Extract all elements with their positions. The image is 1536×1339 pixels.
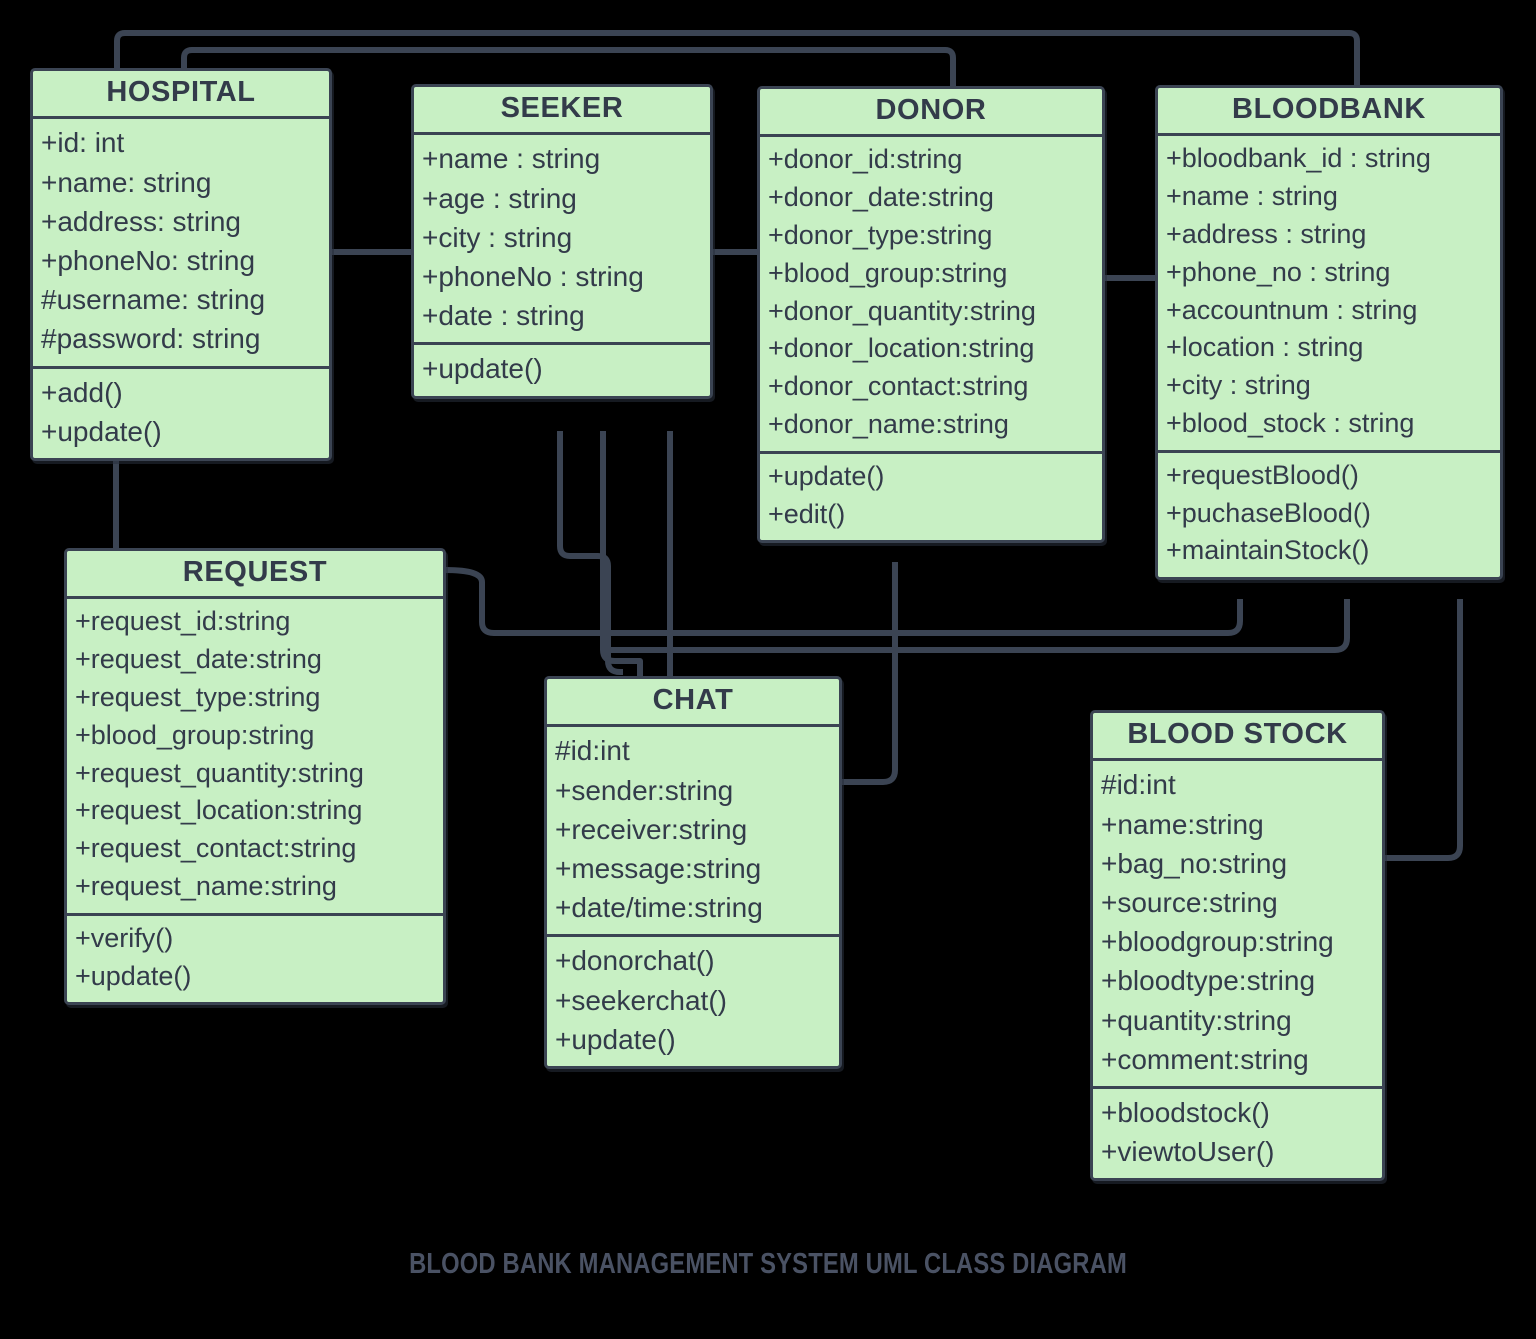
attribute-row: +phoneNo: string	[41, 245, 256, 276]
class-box-chat[interactable]: CHAT #id:int +sender:string +receiver:st…	[544, 676, 842, 1069]
attribute-row: +name: string	[41, 166, 212, 198]
method-row: +update()	[555, 1023, 676, 1055]
attribute-row: +address : string	[1166, 219, 1367, 250]
method-row: +update()	[422, 353, 543, 385]
attribute-row: +source:string	[1101, 887, 1278, 918]
attribute-row: +phone_no : string	[1166, 256, 1391, 287]
class-title-chat: CHAT	[547, 679, 839, 728]
method-row: +bloodstock()	[1101, 1096, 1270, 1128]
attribute-row: +donor_type:string	[768, 220, 993, 251]
methods-blood-stock: +bloodstock() +viewtoUser()	[1093, 1085, 1382, 1178]
attribute-row: +date : string	[422, 300, 585, 332]
attribute-row: +request_date:string	[75, 644, 322, 675]
attribute-row: +request_quantity:string	[75, 757, 364, 788]
attribute-row: +donor_location:string	[768, 333, 1035, 364]
attribute-row: +bloodbank_id : string	[1166, 143, 1431, 174]
class-title-hospital: HOSPITAL	[33, 71, 329, 120]
methods-hospital: +add() +update()	[33, 365, 329, 458]
attribute-row: +request_name:string	[75, 871, 337, 902]
attribute-row: +bag_no:string	[1101, 847, 1288, 879]
method-row: +puchaseBlood()	[1166, 497, 1371, 528]
class-box-donor[interactable]: DONOR +donor_id:string +donor_date:strin…	[757, 86, 1105, 544]
method-row: +add()	[41, 376, 123, 408]
attributes-seeker: +name : string +age : string +city : str…	[414, 135, 710, 342]
attribute-row: +comment:string	[1101, 1043, 1309, 1075]
attribute-row: +message:string	[555, 853, 762, 884]
attributes-blood-stock: #id:int +name:string +bag_no:string +sou…	[1093, 761, 1382, 1086]
methods-request: +verify() +update()	[67, 912, 443, 1003]
attribute-row: +name : string	[1166, 181, 1338, 212]
method-row: +viewtoUser()	[1101, 1136, 1275, 1168]
attribute-row: +request_contact:string	[75, 833, 357, 864]
association-seeker-chat-a	[557, 431, 624, 676]
method-row: +seekerchat()	[555, 984, 727, 1016]
attribute-row: +quantity:string	[1101, 1004, 1292, 1036]
method-row: +edit()	[768, 498, 846, 529]
attribute-row: +phoneNo : string	[422, 261, 644, 292]
uml-class-diagram-canvas: HOSPITAL +id: int +name: string +address…	[0, 0, 1536, 1339]
association-chat-bloodbank	[605, 599, 1350, 653]
methods-chat: +donorchat() +seekerchat() +update()	[547, 934, 839, 1066]
methods-donor: +update() +edit()	[760, 450, 1102, 541]
class-box-blood-stock[interactable]: BLOOD STOCK #id:int +name:string +bag_no…	[1090, 710, 1385, 1182]
method-row: +requestBlood()	[1166, 459, 1359, 490]
attribute-row: +name:string	[1101, 808, 1264, 840]
attribute-row: +donor_name:string	[768, 409, 1009, 440]
attribute-row: +accountnum : string	[1166, 294, 1418, 325]
method-row: +donorchat()	[555, 945, 715, 977]
association-seeker-chat-b	[600, 431, 643, 679]
association-bloodbank-bloodstock	[1382, 599, 1463, 861]
association-request-bloodbank	[442, 566, 1243, 636]
attribute-row: +address: string	[41, 205, 241, 237]
attribute-row: #username: string	[41, 284, 266, 316]
attribute-row: +bloodtype:string	[1101, 965, 1316, 997]
diagram-caption: BLOOD BANK MANAGEMENT SYSTEM UML CLASS D…	[409, 1248, 1127, 1280]
attribute-row: #id:int	[555, 735, 630, 767]
class-box-request[interactable]: REQUEST +request_id:string +request_date…	[64, 548, 446, 1006]
attribute-row: +id: int	[41, 127, 125, 159]
attributes-request: +request_id:string +request_date:string …	[67, 599, 443, 912]
attribute-row: +request_location:string	[75, 795, 363, 826]
attribute-row: +receiver:string	[555, 813, 748, 845]
attribute-row: +sender:string	[555, 774, 734, 806]
attribute-row: +request_type:string	[75, 682, 321, 713]
methods-bloodbank: +requestBlood() +puchaseBlood() +maintai…	[1158, 449, 1500, 577]
method-row: +update()	[768, 460, 885, 491]
class-box-hospital[interactable]: HOSPITAL +id: int +name: string +address…	[30, 68, 332, 461]
method-row: +maintainStock()	[1166, 535, 1370, 566]
methods-seeker: +update()	[414, 342, 710, 395]
attribute-row: +name : string	[422, 143, 601, 175]
class-title-donor: DONOR	[760, 89, 1102, 138]
method-row: +verify()	[75, 922, 174, 953]
attribute-row: +blood_stock : string	[1166, 408, 1415, 439]
class-title-blood-stock: BLOOD STOCK	[1093, 713, 1382, 762]
attribute-row: +location : string	[1166, 332, 1364, 363]
attributes-chat: #id:int +sender:string +receiver:string …	[547, 727, 839, 934]
class-title-request: REQUEST	[67, 551, 443, 600]
attribute-row: +city : string	[1166, 370, 1311, 401]
attribute-row: +donor_date:string	[768, 182, 994, 213]
method-row: +update()	[75, 960, 192, 991]
attribute-row: +bloodgroup:string	[1101, 926, 1334, 958]
attribute-row: #password: string	[41, 323, 261, 355]
class-title-bloodbank: BLOODBANK	[1158, 88, 1500, 137]
attributes-hospital: +id: int +name: string +address: string …	[33, 119, 329, 365]
class-title-seeker: SEEKER	[414, 87, 710, 136]
attribute-row: +donor_contact:string	[768, 371, 1029, 402]
attribute-row: +blood_group:string	[75, 719, 315, 750]
class-box-seeker[interactable]: SEEKER +name : string +age : string +cit…	[411, 84, 713, 399]
class-box-bloodbank[interactable]: BLOODBANK +bloodbank_id : string +name :…	[1155, 85, 1503, 581]
attribute-row: +age : string	[422, 182, 577, 214]
attribute-row: +request_id:string	[75, 606, 291, 637]
attribute-row: +blood_group:string	[768, 257, 1008, 288]
association-donor-chat	[839, 562, 898, 785]
attribute-row: +date/time:string	[555, 892, 763, 924]
attribute-row: +donor_id:string	[768, 144, 963, 175]
attribute-row: #id:int	[1101, 769, 1176, 801]
attributes-bloodbank: +bloodbank_id : string +name : string +a…	[1158, 136, 1500, 449]
method-row: +update()	[41, 415, 162, 447]
attribute-row: +city : string	[422, 221, 573, 253]
attribute-row: +donor_quantity:string	[768, 295, 1036, 326]
attributes-donor: +donor_id:string +donor_date:string +don…	[760, 137, 1102, 450]
